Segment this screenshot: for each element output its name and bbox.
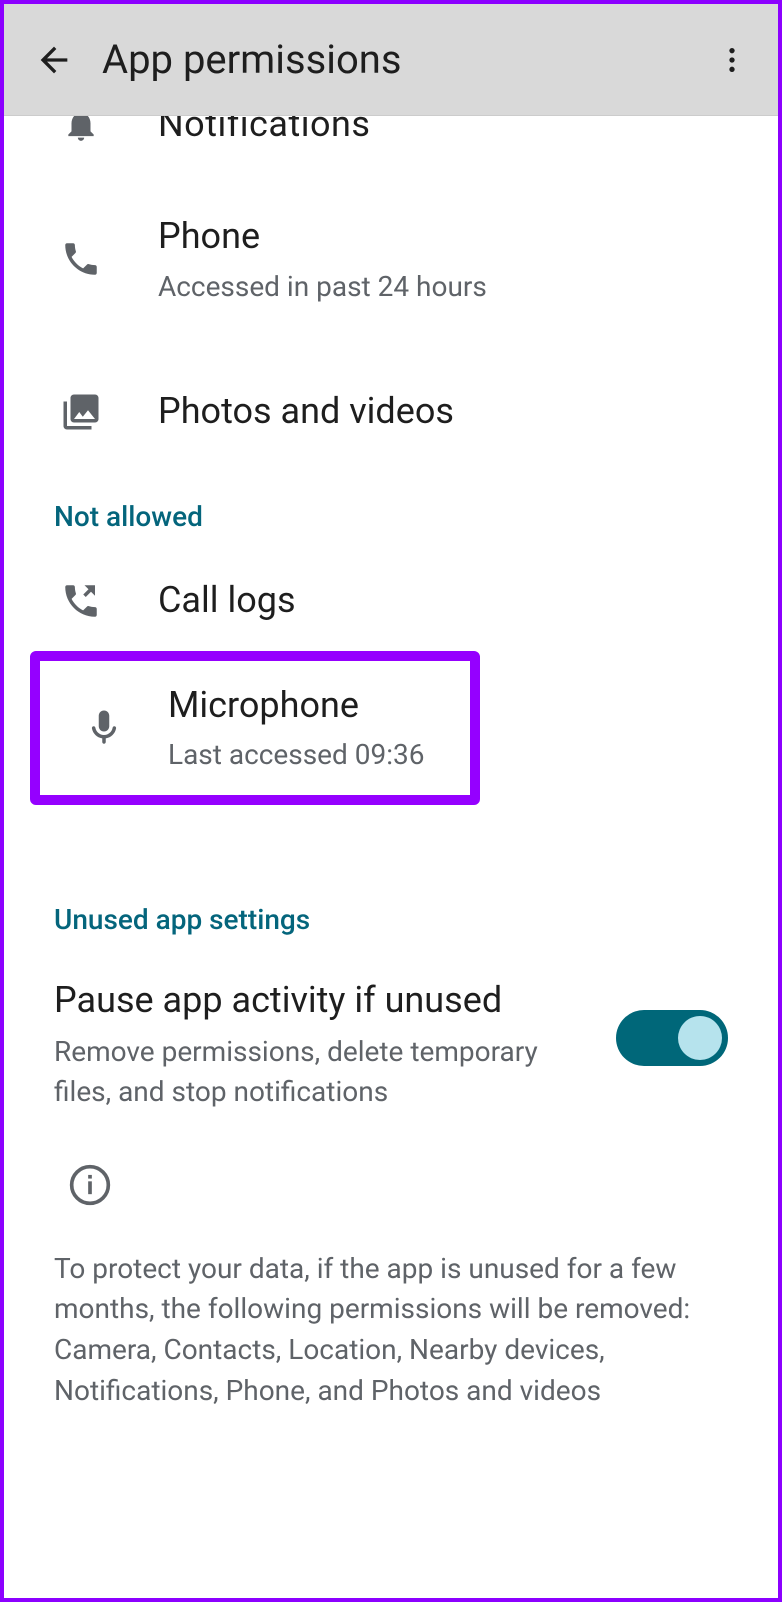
permission-title: Microphone: [168, 681, 470, 730]
arrow-back-icon: [34, 40, 74, 80]
pause-title: Pause app activity if unused: [54, 976, 576, 1025]
permission-title: Call logs: [158, 576, 778, 625]
phone-icon: [60, 238, 102, 280]
permission-item-call-logs[interactable]: Call logs: [4, 551, 778, 651]
permission-title: Notifications: [158, 116, 778, 149]
permission-item-microphone[interactable]: Microphone Last accessed 09:36: [30, 651, 480, 805]
section-header-unused: Unused app settings: [4, 865, 778, 954]
photos-icon: [60, 391, 102, 433]
permission-item-photos[interactable]: Photos and videos: [4, 362, 778, 462]
more-vert-icon: [716, 44, 748, 76]
section-header-not-allowed: Not allowed: [4, 462, 778, 551]
permission-subtitle: Accessed in past 24 hours: [158, 267, 778, 306]
pause-toggle[interactable]: [616, 1010, 728, 1066]
permission-item-notifications[interactable]: Notifications: [4, 116, 778, 156]
permission-subtitle: Last accessed 09:36: [168, 735, 470, 774]
app-bar: App permissions: [4, 4, 778, 116]
permission-title: Phone: [158, 212, 778, 261]
info-text: To protect your data, if the app is unus…: [54, 1249, 728, 1411]
info-section: To protect your data, if the app is unus…: [4, 1131, 778, 1431]
back-button[interactable]: [30, 36, 78, 84]
call-logs-icon: [60, 580, 102, 622]
toggle-knob: [678, 1016, 722, 1060]
permission-item-phone[interactable]: Phone Accessed in past 24 hours: [4, 192, 778, 326]
permission-title: Photos and videos: [158, 387, 778, 436]
notifications-icon: [62, 116, 100, 144]
content-area: Notifications Phone Accessed in past 24 …: [4, 116, 778, 1431]
more-options-button[interactable]: [708, 36, 756, 84]
pause-activity-row[interactable]: Pause app activity if unused Remove perm…: [4, 954, 778, 1131]
page-title: App permissions: [102, 36, 708, 83]
microphone-icon: [83, 707, 125, 749]
info-icon: [68, 1163, 112, 1207]
pause-subtitle: Remove permissions, delete temporary fil…: [54, 1032, 576, 1110]
